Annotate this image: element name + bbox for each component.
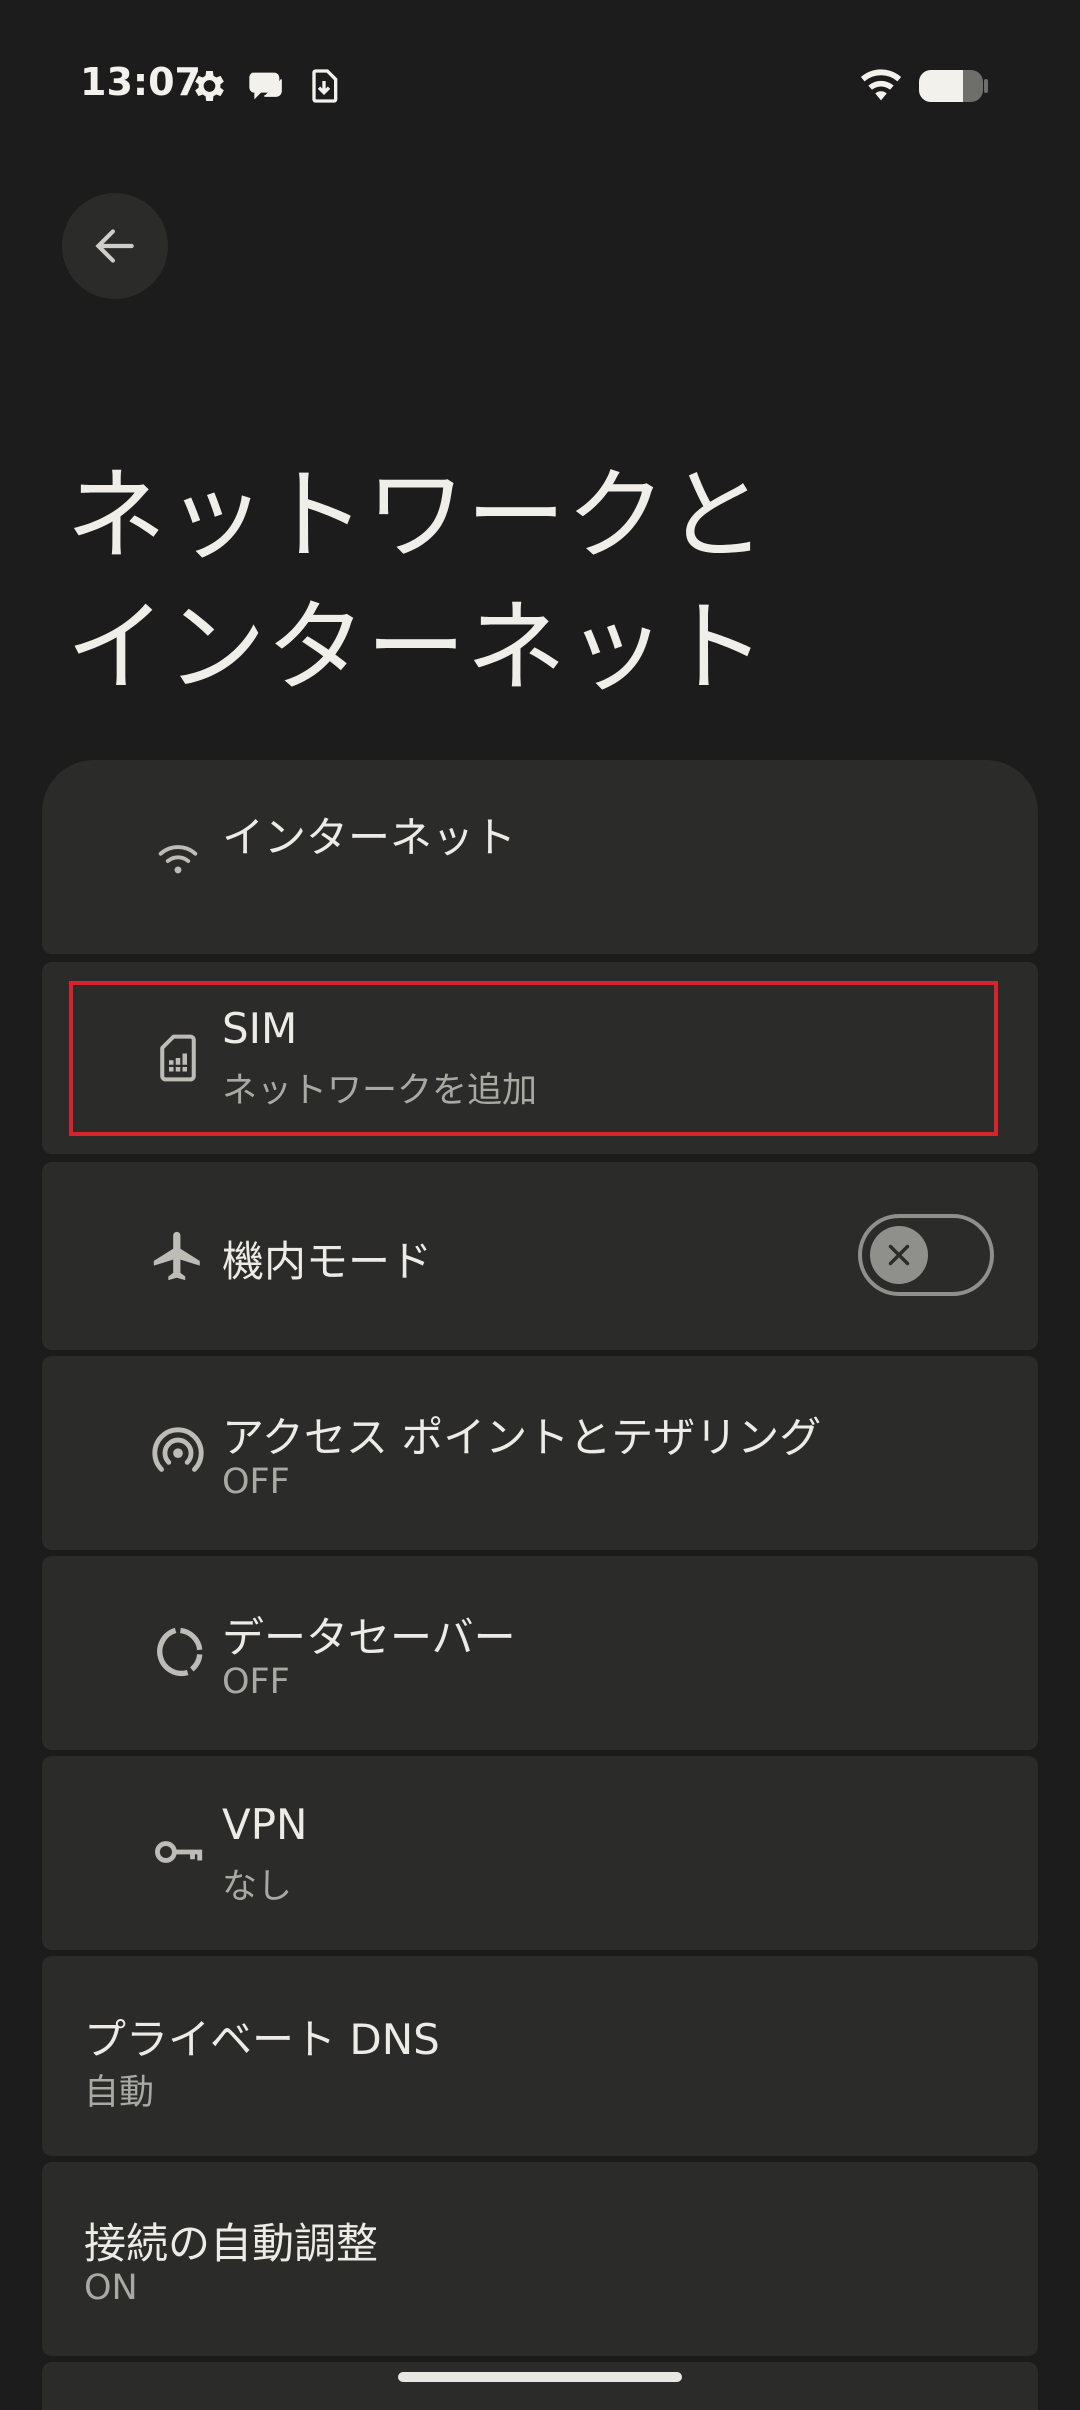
data-saver-title: データセーバー	[222, 1613, 516, 1662]
page-title-line2: インターネット	[66, 589, 766, 706]
close-icon	[882, 1238, 916, 1272]
back-button[interactable]	[62, 193, 168, 299]
hotspot-subtitle: OFF	[222, 1462, 290, 1502]
vpn-subtitle: なし	[222, 1867, 293, 1907]
chat-bubble-icon	[246, 66, 286, 106]
toggle-thumb	[870, 1226, 928, 1284]
airplane-mode-toggle[interactable]	[858, 1214, 994, 1296]
gear-icon	[188, 66, 228, 106]
private-dns-title: プライベート DNS	[84, 2015, 440, 2064]
list-item-adaptive-connectivity[interactable]: 接続の自動調整 ON	[42, 2162, 1038, 2356]
list-item-hotspot[interactable]: アクセス ポイントとテザリング OFF	[42, 1356, 1038, 1550]
data-saver-subtitle: OFF	[222, 1662, 290, 1702]
airplane-icon	[138, 1216, 218, 1296]
list-item-partial[interactable]	[42, 2362, 1038, 2410]
list-item-vpn[interactable]: VPN なし	[42, 1756, 1038, 1950]
download-icon	[304, 66, 344, 106]
data-saver-icon	[138, 1612, 218, 1692]
hotspot-title: アクセス ポイントとテザリング	[222, 1413, 822, 1462]
status-bar: 13:07	[0, 0, 1080, 175]
page-title-line1: ネットワークと	[66, 457, 766, 574]
battery-icon	[918, 66, 990, 106]
adaptive-connectivity-title: 接続の自動調整	[84, 2219, 379, 2268]
list-item-airplane-mode[interactable]: 機内モード	[42, 1162, 1038, 1350]
list-item-private-dns[interactable]: プライベート DNS 自動	[42, 1956, 1038, 2156]
list-item-internet[interactable]: インターネット	[42, 760, 1038, 954]
airplane-mode-title: 機内モード	[222, 1237, 433, 1286]
vpn-title: VPN	[222, 1800, 308, 1849]
hotspot-icon	[138, 1412, 218, 1492]
wifi-icon	[138, 818, 218, 898]
status-time: 13:07	[80, 60, 201, 104]
arrow-left-icon	[90, 221, 140, 271]
page-title: ネットワークと インターネット	[66, 450, 1026, 714]
highlight-box	[69, 981, 998, 1136]
list-item-data-saver[interactable]: データセーバー OFF	[42, 1556, 1038, 1750]
internet-title: インターネット	[222, 813, 517, 862]
private-dns-subtitle: 自動	[84, 2073, 155, 2113]
adaptive-connectivity-subtitle: ON	[84, 2268, 138, 2308]
home-indicator[interactable]	[398, 2372, 682, 2382]
wifi-icon	[858, 62, 904, 108]
key-icon	[138, 1812, 218, 1892]
